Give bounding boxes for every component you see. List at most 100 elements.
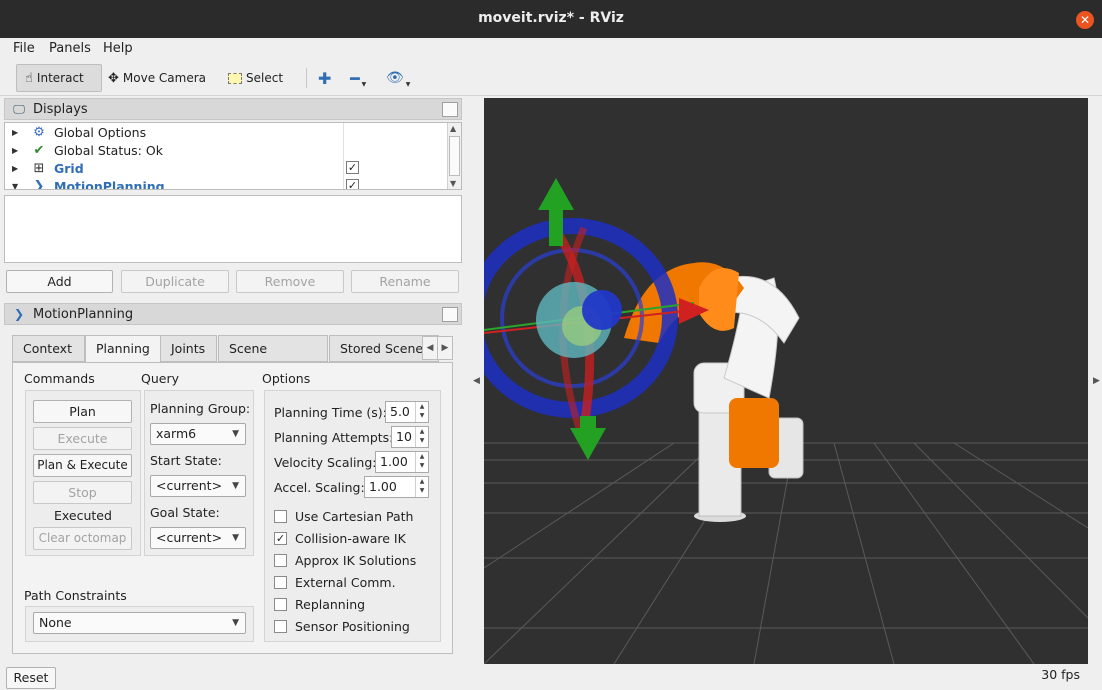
motionplanning-header: ❯ MotionPlanning [4,303,462,325]
menu-file[interactable]: File [13,41,35,56]
external-comm-checkbox[interactable]: External Comm. [274,574,396,590]
displays-tree: ▶ ⚙ Global Options ▶ ✔ Global Status: Ok… [4,122,462,190]
tree-item-motionplanning[interactable]: ▼ ❯ MotionPlanning [5,177,447,190]
view-options-button[interactable]: 👁 ▼ [378,64,418,92]
menu-panels[interactable]: Panels [49,41,91,56]
robot-scene [484,178,1088,664]
checkbox-label: Collision-aware IK [295,530,406,546]
scroll-up-icon[interactable]: ▲ [450,124,456,133]
scrollbar-thumb[interactable] [449,136,460,176]
stop-button[interactable]: Stop [33,481,132,504]
plan-and-execute-button[interactable]: Plan & Execute [33,454,132,477]
use-cartesian-path-checkbox[interactable]: Use Cartesian Path [274,508,413,524]
tree-item-global-options[interactable]: ▶ ⚙ Global Options [5,123,447,141]
tree-item-label: MotionPlanning [54,178,165,190]
checkbox-box[interactable] [274,509,287,523]
planning-attempts-value: 10 [396,429,412,444]
checkbox-box[interactable] [274,619,287,633]
goal-state-select[interactable]: <current> ▼ [150,527,246,549]
planning-time-spinbox[interactable]: 5.0 ▲ ▼ [385,401,429,423]
select-tool-button[interactable]: Select [220,64,291,92]
checkbox-box[interactable]: ✓ [274,531,287,545]
path-constraints-select[interactable]: None ▼ [33,612,246,634]
motionplanning-enabled-checkbox[interactable]: ✓ [346,179,359,189]
grid-enabled-checkbox[interactable]: ✓ [346,161,359,174]
window-titlebar: moveit.rviz* - RViz ✕ [0,0,1102,38]
expand-arrow-icon[interactable]: ▶ [12,146,22,155]
tab-context[interactable]: Context [12,335,85,362]
collapse-left-arrow-icon[interactable]: ◀ [473,376,480,386]
close-icon: ✕ [1079,13,1091,27]
remove-display-button[interactable]: Remove [236,270,344,293]
undock-button[interactable] [442,102,458,117]
planning-tabs: Context Planning Joints Scene Objects St… [12,335,454,381]
checkmark-icon: ✔ [33,142,45,158]
checkbox-box[interactable] [274,575,287,589]
move-camera-label: Move Camera [122,71,206,85]
sensor-positioning-checkbox[interactable]: Sensor Positioning [274,618,410,634]
gear-icon: ⚙ [33,124,45,140]
tab-scene-objects[interactable]: Scene Objects [218,335,328,381]
collision-aware-ik-checkbox[interactable]: ✓ Collision-aware IK [274,530,406,546]
planning-group-select[interactable]: xarm6 ▼ [150,423,246,445]
close-window-button[interactable]: ✕ [1076,11,1094,29]
start-state-select[interactable]: <current> ▼ [150,475,246,497]
checkbox-box[interactable] [274,553,287,567]
expand-arrow-icon[interactable]: ▶ [12,128,22,137]
spin-arrows-icon[interactable]: ▲ ▼ [415,477,428,497]
execute-button[interactable]: Execute [33,427,132,450]
tree-item-global-status[interactable]: ▶ ✔ Global Status: Ok [5,141,447,159]
collapse-right-arrow-icon[interactable]: ▶ [1093,376,1100,386]
interactive-marker[interactable] [484,178,709,460]
plus-icon: ✚ [318,68,332,88]
planning-time-value: 5.0 [390,404,410,419]
add-display-button[interactable]: Add [6,270,113,293]
checkbox-box[interactable] [274,597,287,611]
commands-title: Commands [24,371,95,386]
add-tool-button[interactable]: ✚ [310,64,339,92]
select-label: Select [246,71,284,85]
collapse-arrow-icon[interactable]: ▼ [12,182,22,190]
spin-arrows-icon[interactable]: ▲ ▼ [415,452,428,472]
remove-tool-button[interactable]: ━ ▼ [342,64,374,92]
tab-planning[interactable]: Planning [85,335,172,363]
chevron-down-icon: ▼ [232,429,239,439]
goal-state-value: <current> [156,530,223,545]
move-camera-tool-button[interactable]: ✥ Move Camera [100,64,214,92]
spin-arrows-icon[interactable]: ▲ ▼ [415,427,428,447]
tab-joints[interactable]: Joints [160,335,217,362]
expand-arrow-icon[interactable]: ▶ [12,164,22,173]
goal-state-label: Goal State: [150,505,220,520]
start-state-label: Start State: [150,453,222,468]
spin-arrows-icon[interactable]: ▲ ▼ [415,402,428,422]
scroll-down-icon[interactable]: ▼ [450,179,456,188]
duplicate-display-button[interactable]: Duplicate [121,270,229,293]
execution-status: Executed [54,508,112,523]
tab-scroll-left-icon[interactable]: ◀ [422,336,438,360]
reset-button[interactable]: Reset [6,667,56,689]
accel-scaling-spinbox[interactable]: 1.00 ▲ ▼ [364,476,429,498]
tree-item-label: Global Status: Ok [54,142,163,158]
rename-display-button[interactable]: Rename [351,270,459,293]
planning-group-value: xarm6 [156,426,197,441]
tab-scroll-right-icon[interactable]: ▶ [437,336,453,360]
tree-scrollbar[interactable]: ▲ ▼ [447,123,461,189]
undock-button[interactable] [442,307,458,322]
motionplanning-title: MotionPlanning [33,306,134,322]
clear-octomap-button[interactable]: Clear octomap [33,527,132,550]
velocity-scaling-spinbox[interactable]: 1.00 ▲ ▼ [375,451,429,473]
tree-item-grid[interactable]: ▶ ⊞ Grid [5,159,447,177]
approx-ik-solutions-checkbox[interactable]: Approx IK Solutions [274,552,416,568]
menubar: File Panels Help [0,38,1102,60]
path-constraints-value: None [39,615,72,630]
planning-attempts-spinbox[interactable]: 10 ▲ ▼ [391,426,429,448]
tree-item-label: Global Options [54,124,147,140]
menu-help[interactable]: Help [103,41,133,56]
replanning-checkbox[interactable]: Replanning [274,596,365,612]
displays-title: Displays [33,101,88,117]
interact-tool-button[interactable]: ☝ Interact [16,64,102,92]
3d-viewport[interactable] [484,98,1088,664]
motionplanning-icon: ❯ [33,178,45,190]
toolbar-separator [306,68,307,88]
plan-button[interactable]: Plan [33,400,132,423]
